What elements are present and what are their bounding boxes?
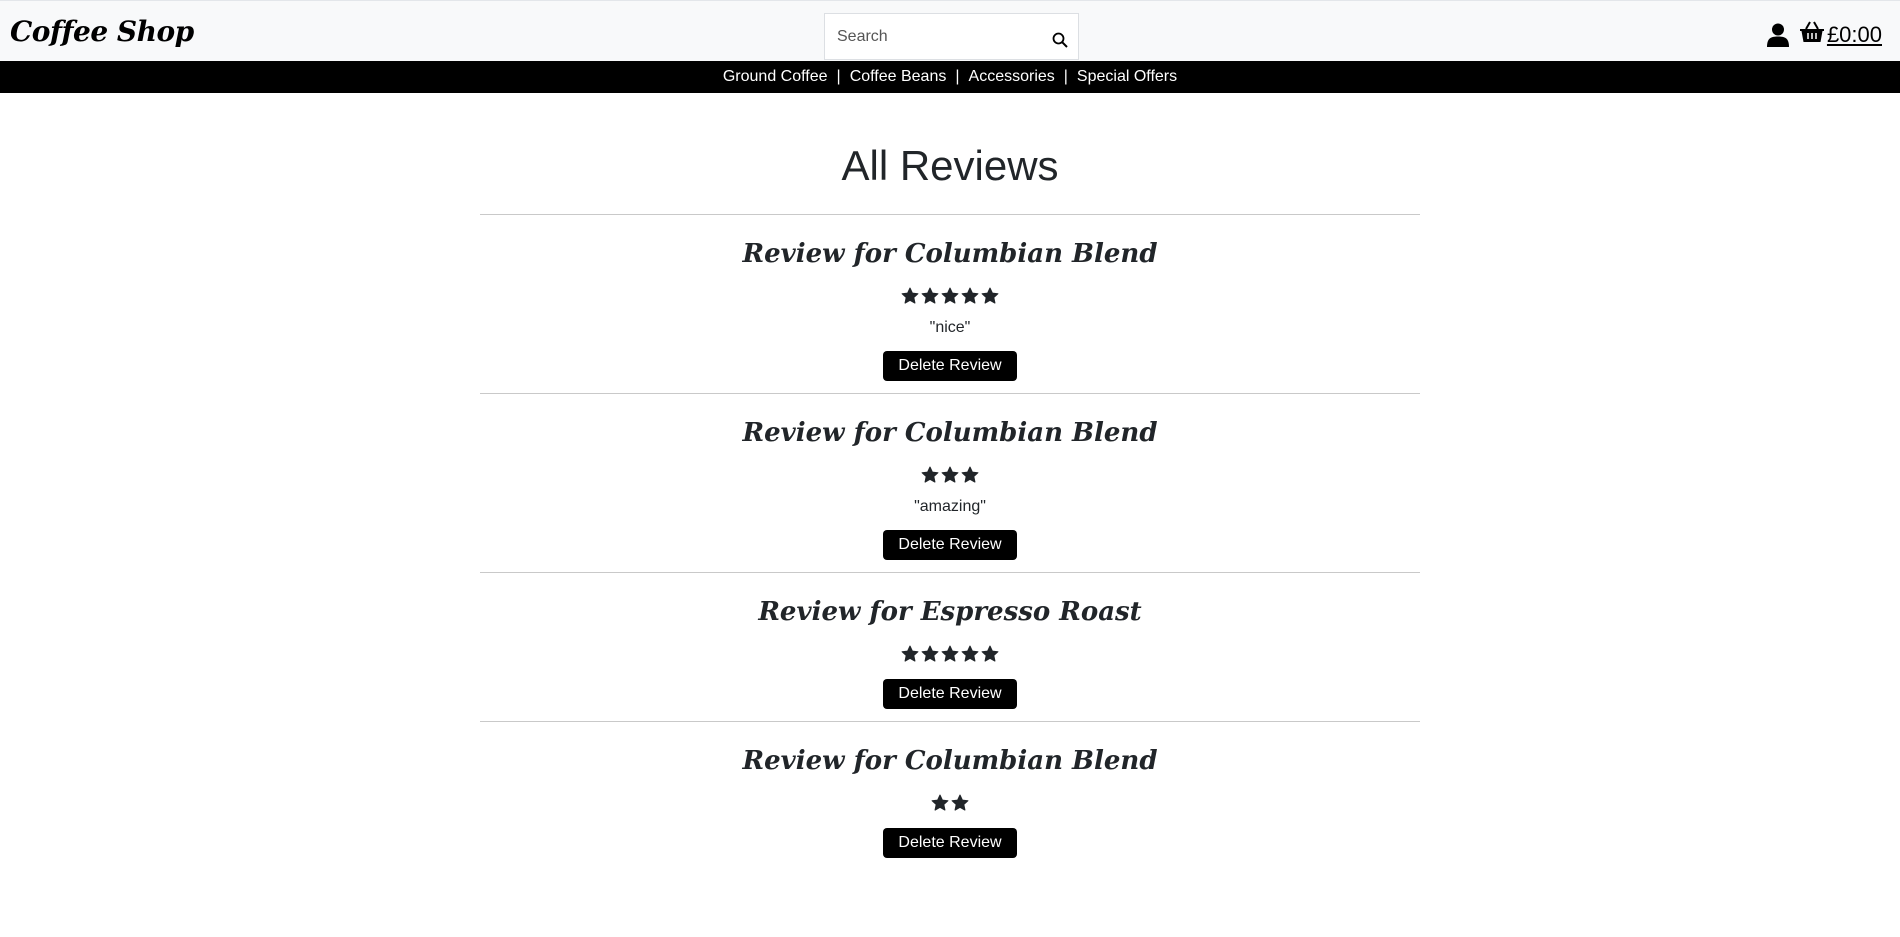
review-card: Review for Columbian Blend Delete Review [480,721,1420,870]
search-icon[interactable] [1046,26,1074,54]
search-input[interactable] [825,14,1049,59]
review-card: Review for Espresso Roast Delete Review [480,572,1420,721]
star-icon [941,466,959,483]
star-icon [941,287,959,304]
star-icon [901,287,919,304]
nav-separator: | [836,68,841,85]
category-nav: Ground Coffee | Coffee Beans | Accessori… [0,61,1900,93]
review-card: Review for Columbian Blend "amazing" Del… [480,393,1420,572]
top-header: Coffee Shop £0:00 [0,0,1900,61]
cart-link[interactable]: £0:00 [1799,21,1882,48]
star-icon [921,466,939,483]
review-title: Review for Columbian Blend [742,746,1158,776]
star-icon [961,287,979,304]
star-rating [480,466,1420,488]
review-card: Review for Columbian Blend "nice" Delete… [480,214,1420,393]
nav-ground-coffee[interactable]: Ground Coffee [723,68,828,86]
delete-review-button[interactable]: Delete Review [883,828,1017,858]
star-icon [901,645,919,662]
basket-icon [1799,21,1825,48]
delete-review-button[interactable]: Delete Review [883,530,1017,560]
star-rating [480,287,1420,309]
review-title: Review for Columbian Blend [742,418,1158,448]
star-icon [941,645,959,662]
review-title: Review for Columbian Blend [742,239,1158,269]
star-rating [480,645,1420,667]
star-icon [921,287,939,304]
star-icon [951,794,969,811]
page-title: All Reviews [841,142,1059,189]
delete-review-button[interactable]: Delete Review [883,351,1017,381]
star-rating [480,794,1420,816]
cart-total: £0:00 [1826,21,1882,47]
nav-separator: | [1063,68,1068,85]
review-title: Review for Espresso Roast [758,597,1142,627]
nav-special-offers[interactable]: Special Offers [1077,68,1177,86]
header-tools: £0:00 [1766,21,1882,48]
nav-coffee-beans[interactable]: Coffee Beans [850,68,947,86]
star-icon [931,794,949,811]
nav-separator: | [955,68,960,85]
user-icon[interactable] [1766,23,1789,47]
star-icon [961,645,979,662]
star-icon [921,645,939,662]
star-icon [981,287,999,304]
search-form [824,13,1079,60]
nav-accessories[interactable]: Accessories [969,68,1055,86]
site-logo[interactable]: Coffee Shop [10,15,194,48]
star-icon [961,466,979,483]
review-comment: "amazing" [914,498,986,515]
review-comment: "nice" [929,319,971,336]
delete-review-button[interactable]: Delete Review [883,679,1017,709]
reviews-main: All Reviews Review for Columbian Blend "… [480,93,1420,870]
star-icon [981,645,999,662]
